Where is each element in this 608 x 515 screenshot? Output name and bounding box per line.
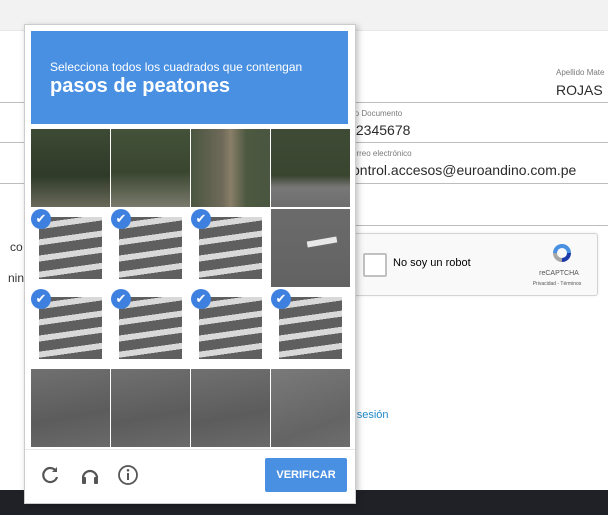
tile-image bbox=[111, 369, 190, 447]
tile-image bbox=[199, 217, 262, 279]
instruction-text: Selecciona todos los cuadrados que conte… bbox=[50, 60, 303, 74]
image-tile[interactable] bbox=[111, 129, 190, 207]
left-field-underline-3 bbox=[0, 183, 24, 184]
checkmark-icon: ✔ bbox=[31, 289, 51, 309]
image-tile[interactable] bbox=[191, 369, 270, 447]
challenge-footer: VERIFICAR bbox=[25, 449, 355, 504]
tile-image bbox=[199, 297, 262, 359]
left-field-underline-1 bbox=[0, 102, 24, 103]
email-value[interactable]: ontrol.accesos@euroandino.com.pe bbox=[352, 162, 576, 178]
email-underline bbox=[355, 183, 608, 184]
document-underline bbox=[355, 142, 608, 143]
recaptcha-logo-icon bbox=[553, 244, 571, 262]
image-tile[interactable]: ✔ bbox=[191, 209, 270, 287]
image-tile[interactable]: ✔ bbox=[111, 209, 190, 287]
recaptcha-label: No soy un robot bbox=[393, 257, 471, 269]
image-tile[interactable]: ✔ bbox=[31, 209, 110, 287]
image-tile[interactable]: ✔ bbox=[271, 289, 350, 367]
email-label: orreo electrónico bbox=[352, 149, 412, 158]
verify-button[interactable]: VERIFICAR bbox=[265, 458, 347, 492]
image-tile[interactable] bbox=[271, 369, 350, 447]
document-label: ro Documento bbox=[352, 109, 403, 118]
tile-image bbox=[271, 129, 350, 207]
tile-image bbox=[271, 369, 350, 447]
tile-image bbox=[119, 297, 182, 359]
recaptcha-widget: No soy un robot reCAPTCHA Privacidad - T… bbox=[352, 233, 598, 296]
image-tile[interactable] bbox=[271, 209, 350, 287]
checkmark-icon: ✔ bbox=[111, 209, 131, 229]
tile-image bbox=[31, 129, 110, 207]
image-tile[interactable]: ✔ bbox=[191, 289, 270, 367]
checkmark-icon: ✔ bbox=[191, 209, 211, 229]
tile-image bbox=[271, 209, 350, 287]
reload-icon[interactable] bbox=[39, 464, 61, 486]
info-icon[interactable] bbox=[117, 464, 139, 486]
recaptcha-terms-link[interactable]: Privacidad - Términos bbox=[518, 281, 596, 287]
image-tile[interactable] bbox=[31, 369, 110, 447]
left-text-fragment-2: nin bbox=[8, 271, 25, 285]
surname-underline bbox=[355, 102, 608, 103]
recaptcha-challenge-dialog: Selecciona todos los cuadrados que conte… bbox=[24, 24, 356, 504]
image-tile[interactable]: ✔ bbox=[31, 289, 110, 367]
challenge-header: Selecciona todos los cuadrados que conte… bbox=[31, 31, 348, 124]
recaptcha-brand: reCAPTCHA bbox=[539, 270, 579, 277]
left-text-fragment-1: co bbox=[10, 240, 23, 254]
image-tile[interactable] bbox=[271, 129, 350, 207]
tile-image bbox=[279, 297, 342, 359]
tile-image bbox=[39, 217, 102, 279]
tile-image bbox=[31, 369, 110, 447]
tile-image bbox=[191, 369, 270, 447]
tile-image bbox=[39, 297, 102, 359]
tile-image bbox=[119, 217, 182, 279]
surname-value[interactable]: ROJAS bbox=[556, 82, 603, 98]
checkmark-icon: ✔ bbox=[271, 289, 291, 309]
document-value[interactable]: .2345678 bbox=[352, 122, 410, 138]
checkmark-icon: ✔ bbox=[31, 209, 51, 229]
headphones-icon[interactable] bbox=[79, 464, 101, 486]
instruction-target: pasos de peatones bbox=[50, 75, 231, 97]
image-tile[interactable] bbox=[31, 129, 110, 207]
form-divider bbox=[355, 225, 608, 226]
checkmark-icon: ✔ bbox=[191, 289, 211, 309]
image-tile-grid: ✔ ✔ ✔ ✔ ✔ ✔ ✔ bbox=[31, 129, 350, 447]
image-tile[interactable]: ✔ bbox=[111, 289, 190, 367]
image-tile[interactable] bbox=[191, 129, 270, 207]
image-tile[interactable] bbox=[111, 369, 190, 447]
left-field-underline-2 bbox=[0, 142, 24, 143]
tile-image bbox=[191, 129, 270, 207]
tile-image bbox=[111, 129, 190, 207]
checkmark-icon: ✔ bbox=[111, 289, 131, 309]
recaptcha-checkbox[interactable] bbox=[363, 253, 387, 277]
surname-label: Apellido Mate bbox=[556, 68, 605, 77]
